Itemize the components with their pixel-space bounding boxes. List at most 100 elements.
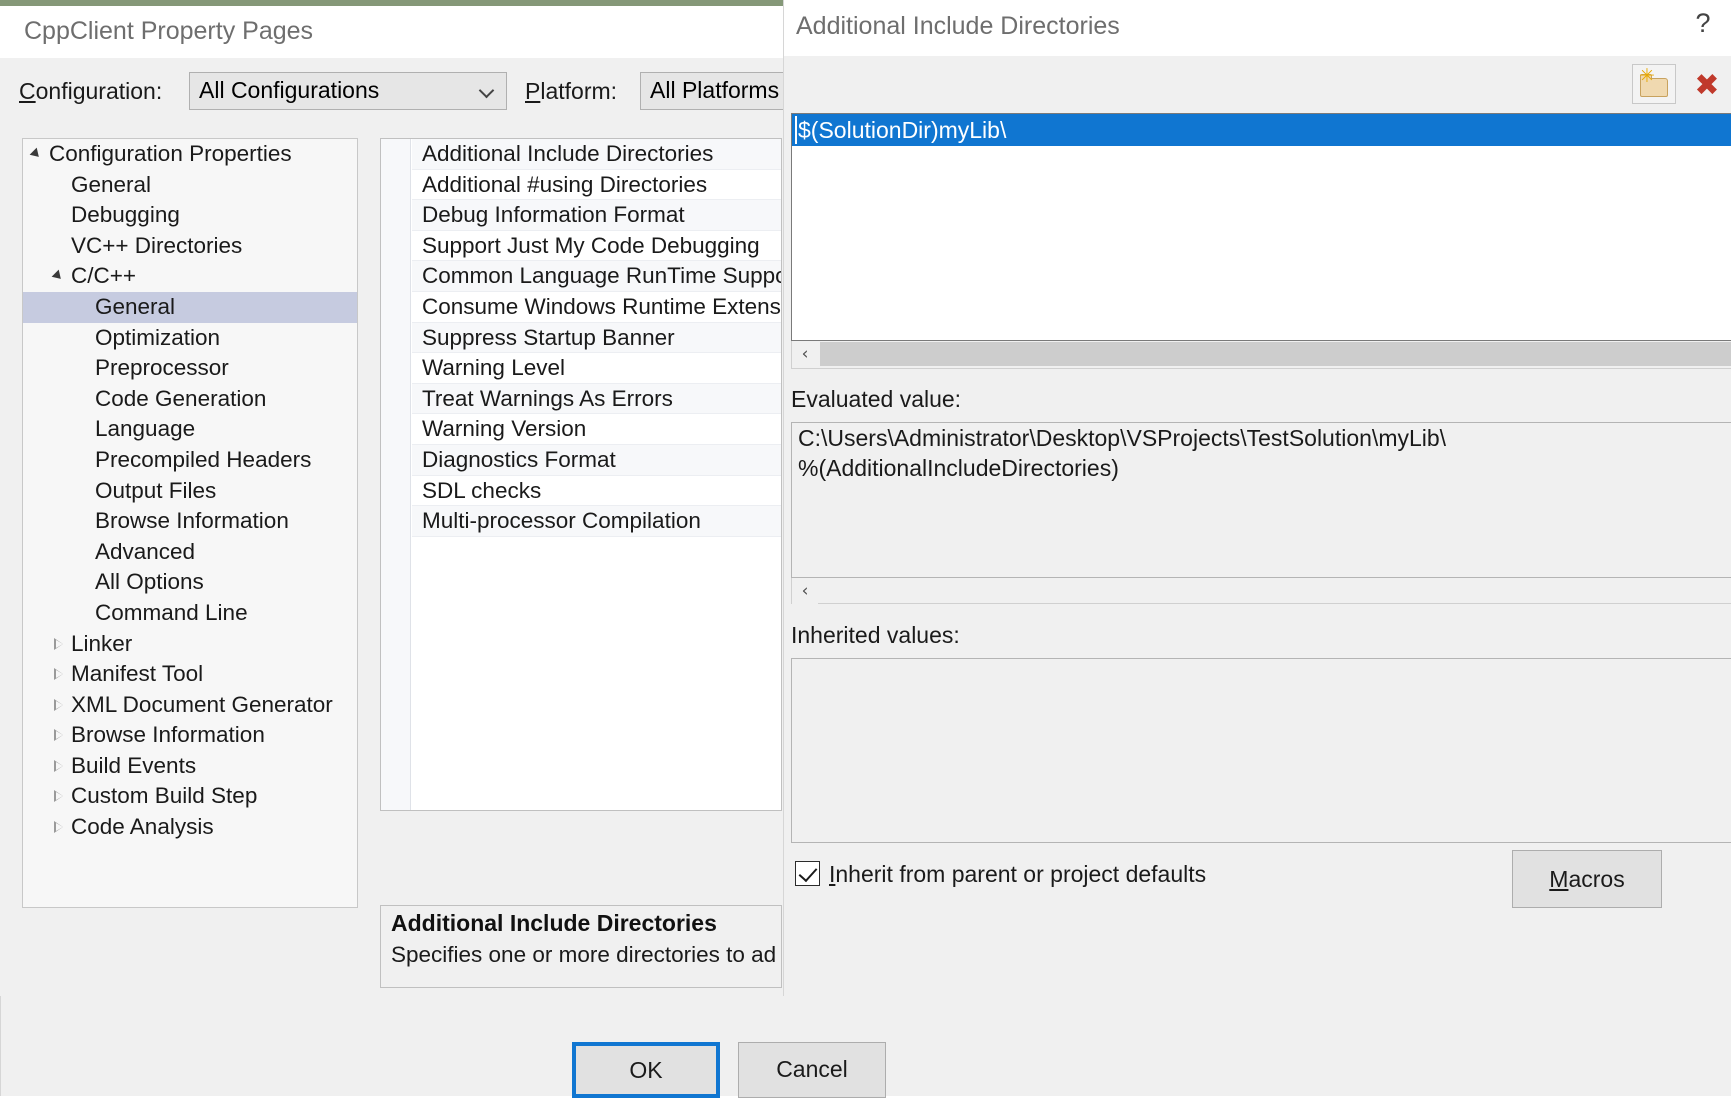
- ok-button[interactable]: OK: [572, 1042, 720, 1098]
- triangle-glyph: [54, 759, 63, 772]
- property-row[interactable]: Consume Windows Runtime Extension: [412, 291, 781, 323]
- configuration-accel: C: [19, 78, 36, 104]
- property-row[interactable]: Additional Include Directories: [412, 139, 781, 170]
- scroll-left-icon[interactable]: ‹: [792, 578, 818, 604]
- expand-triangle-icon[interactable]: [51, 690, 69, 721]
- property-grid-gutter: [381, 139, 411, 810]
- red-x-icon: ✖: [1694, 68, 1720, 103]
- property-row[interactable]: Debug Information Format: [412, 200, 781, 231]
- text-caret: [795, 116, 797, 144]
- tree-item-all-options[interactable]: All Options: [23, 567, 357, 598]
- inherited-values-box: [791, 658, 1731, 843]
- tree-item-label: XML Document Generator: [71, 691, 333, 717]
- property-row[interactable]: Additional #using Directories: [412, 169, 781, 201]
- delete-button[interactable]: ✖: [1684, 64, 1728, 104]
- tree-item-output-files[interactable]: Output Files: [23, 476, 357, 507]
- property-row[interactable]: Suppress Startup Banner: [412, 322, 781, 354]
- scrollbar-thumb[interactable]: [820, 342, 1731, 366]
- platform-value: All Platforms: [650, 77, 780, 103]
- expand-triangle-icon[interactable]: [51, 720, 69, 751]
- tree-item-browse-information[interactable]: Browse Information: [23, 720, 357, 751]
- property-row[interactable]: Multi-processor Compilation: [412, 506, 781, 537]
- tree-item-label: Optimization: [95, 324, 221, 350]
- expand-triangle-icon[interactable]: [51, 629, 69, 660]
- evaluated-value-line: %(AdditionalIncludeDirectories): [798, 455, 1119, 481]
- tree-item-precompiled-headers[interactable]: Precompiled Headers: [23, 445, 357, 476]
- tree-item-general[interactable]: General: [23, 170, 357, 201]
- evaluated-value-line: C:\Users\Administrator\Desktop\VSProject…: [798, 425, 1447, 451]
- property-row[interactable]: Support Just My Code Debugging: [412, 230, 781, 262]
- tree-item-label: Linker: [71, 630, 133, 656]
- configuration-label-rest: onfiguration:: [35, 78, 163, 104]
- tree-item-label: Advanced: [95, 538, 196, 564]
- list-item[interactable]: $(SolutionDir)myLib\: [792, 114, 1731, 146]
- tree-item-label: C/C++: [71, 263, 137, 289]
- description-text: Specifies one or more directories to ad: [391, 942, 777, 967]
- help-icon[interactable]: ?: [1688, 8, 1718, 39]
- inherited-values-label: Inherited values:: [791, 622, 960, 648]
- configuration-tree[interactable]: Configuration Properties General Debugging…: [22, 138, 358, 908]
- scroll-left-icon[interactable]: ‹: [792, 341, 818, 367]
- expand-triangle-icon[interactable]: [51, 812, 69, 843]
- triangle-glyph: [54, 790, 63, 803]
- dialog-title: Additional Include Directories: [796, 12, 1120, 40]
- tree-item-code-analysis[interactable]: Code Analysis: [23, 812, 357, 843]
- configuration-label: Configuration:: [19, 78, 162, 105]
- tree-item-label: Command Line: [95, 599, 248, 625]
- tree-item-vc-directories[interactable]: VC++ Directories: [23, 231, 357, 262]
- expand-triangle-icon[interactable]: [51, 659, 69, 690]
- property-grid[interactable]: Additional Include Directories Additional…: [380, 138, 782, 811]
- property-row[interactable]: SDL checks: [412, 475, 781, 507]
- tree-item-command-line[interactable]: Command Line: [23, 598, 357, 629]
- tree-item-label: Manifest Tool: [71, 661, 204, 687]
- tree-item-label: Code Generation: [95, 385, 267, 411]
- tree-item-c-c[interactable]: C/C++: [23, 261, 357, 292]
- directories-listbox[interactable]: $(SolutionDir)myLib\: [791, 113, 1731, 341]
- evaluated-horizontal-scrollbar[interactable]: ‹: [791, 578, 1731, 604]
- expand-triangle-icon[interactable]: [51, 751, 69, 782]
- collapse-triangle-icon[interactable]: [29, 139, 47, 170]
- expand-triangle-icon[interactable]: [51, 781, 69, 812]
- page-title: CppClient Property Pages: [24, 17, 314, 45]
- evaluated-value-label: Evaluated value:: [791, 386, 962, 412]
- tree-item-optimization[interactable]: Optimization: [23, 323, 357, 354]
- tree-item-general[interactable]: General: [23, 291, 357, 323]
- tree-item-xml-document-generator[interactable]: XML Document Generator: [23, 690, 357, 721]
- tree-item-linker[interactable]: Linker: [23, 629, 357, 660]
- tree-item-browse-information[interactable]: Browse Information: [23, 506, 357, 537]
- property-row[interactable]: Warning Level: [412, 353, 781, 384]
- new-folder-button[interactable]: ✳: [1632, 64, 1676, 104]
- property-row[interactable]: Common Language RunTime Support: [412, 261, 781, 292]
- tree-item-label: Precompiled Headers: [95, 446, 312, 472]
- inherit-checkbox[interactable]: [795, 861, 820, 886]
- triangle-glyph: [51, 270, 65, 283]
- tree-item-label: Browse Information: [95, 508, 289, 534]
- tree-item-label: General: [71, 171, 152, 197]
- tree-item-language[interactable]: Language: [23, 414, 357, 445]
- macros-accel: M: [1549, 866, 1569, 892]
- property-grid-rows[interactable]: Additional Include Directories Additional…: [412, 139, 781, 537]
- macros-button[interactable]: Macros: [1512, 850, 1662, 908]
- property-description-panel: Additional Include Directories Specifies…: [380, 905, 782, 988]
- tree-item-configuration-properties[interactable]: Configuration Properties: [23, 139, 357, 170]
- listbox-horizontal-scrollbar[interactable]: ‹: [791, 341, 1731, 369]
- macros-label-rest: acros: [1568, 866, 1625, 892]
- tree-item-code-generation[interactable]: Code Generation: [23, 384, 357, 415]
- property-row[interactable]: Diagnostics Format: [412, 444, 781, 476]
- property-row[interactable]: Warning Version: [412, 414, 781, 445]
- tree-item-label: Preprocessor: [95, 355, 229, 381]
- configuration-combobox[interactable]: All Configurations: [189, 72, 507, 110]
- tree-item-advanced[interactable]: Advanced: [23, 537, 357, 568]
- tree-item-custom-build-step[interactable]: Custom Build Step: [23, 781, 357, 812]
- tree-item-label: Code Analysis: [71, 814, 214, 840]
- collapse-triangle-icon[interactable]: [51, 261, 69, 292]
- triangle-glyph: [54, 668, 63, 681]
- triangle-glyph: [29, 147, 43, 161]
- tree-item-preprocessor[interactable]: Preprocessor: [23, 353, 357, 384]
- tree-item-build-events[interactable]: Build Events: [23, 751, 357, 782]
- tree-item-debugging[interactable]: Debugging: [23, 200, 357, 231]
- cancel-button[interactable]: Cancel: [738, 1042, 886, 1098]
- tree-item-label: Build Events: [71, 752, 197, 778]
- tree-item-manifest-tool[interactable]: Manifest Tool: [23, 659, 357, 690]
- property-row[interactable]: Treat Warnings As Errors: [412, 383, 781, 415]
